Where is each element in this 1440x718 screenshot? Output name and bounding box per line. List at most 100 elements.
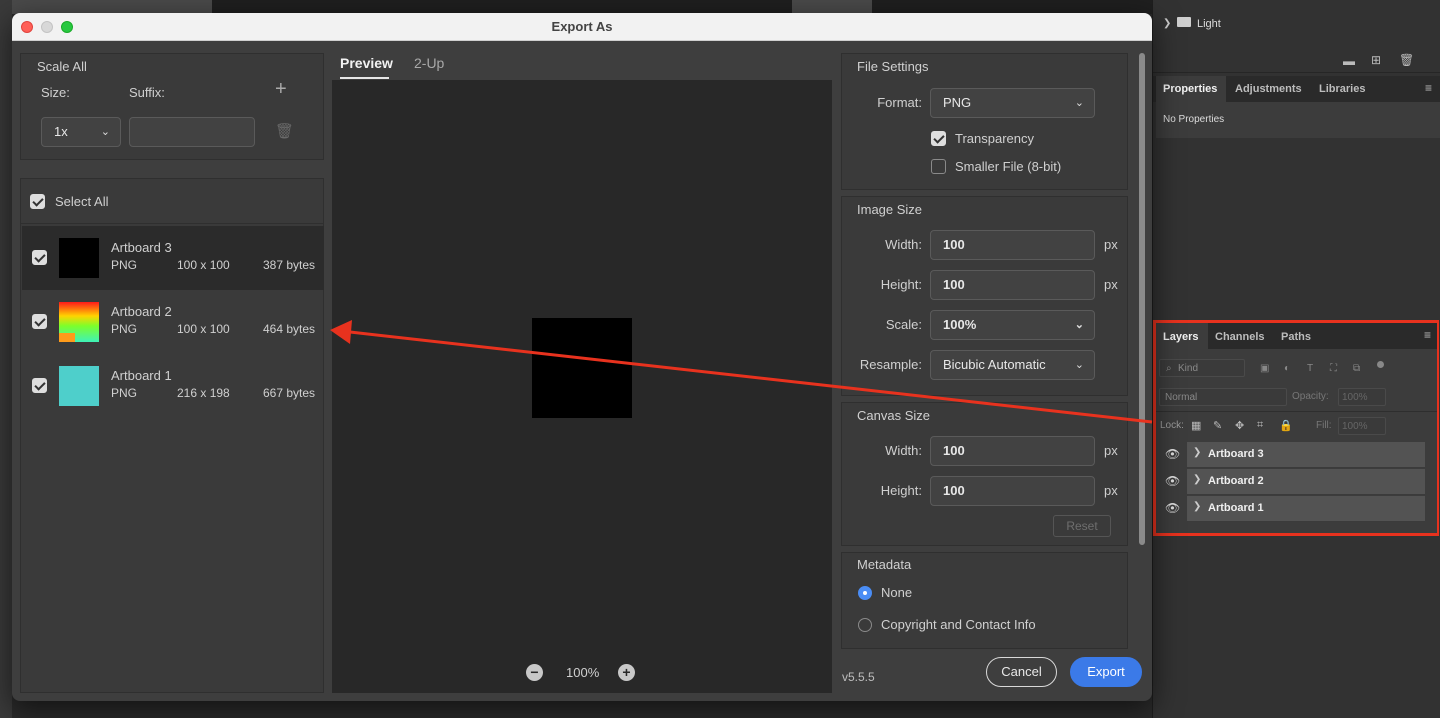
panel-toolbar: ▬ ⊞ 🗑 (1153, 48, 1440, 73)
filter-image-icon[interactable]: ▣ (1260, 363, 1269, 374)
export-button[interactable]: Export (1070, 657, 1142, 687)
artboard-thumbnail (59, 302, 99, 342)
resample-select-value: Bicubic Automatic (943, 357, 1046, 372)
plus-icon[interactable]: + (275, 78, 287, 101)
format-select-value: PNG (943, 95, 972, 110)
tab-channels[interactable]: Channels (1215, 331, 1265, 343)
fill-field[interactable]: 100% (1338, 417, 1386, 435)
divider (1156, 411, 1437, 412)
tab-libraries[interactable]: Libraries (1319, 83, 1365, 95)
chevron-down-icon: ⌄ (1074, 319, 1084, 331)
trash-icon[interactable]: 🗑 (275, 122, 294, 140)
photoshop-panels: ❯ Light ▬ ⊞ 🗑 Properties Adjustments Lib… (1152, 0, 1440, 718)
suffix-input[interactable] (129, 117, 255, 147)
metadata-copyright-label: Copyright and Contact Info (881, 617, 1036, 632)
layer-row[interactable]: ❯ Artboard 3 (1187, 442, 1425, 468)
lock-pixels-icon[interactable]: ▦ (1191, 419, 1201, 432)
transparency-label: Transparency (955, 131, 1034, 146)
tab-paths[interactable]: Paths (1281, 331, 1311, 343)
zoom-in-icon[interactable]: + (618, 664, 635, 681)
layers-menu-icon[interactable]: ≡ (1424, 328, 1431, 342)
canvas-strip (12, 0, 212, 14)
properties-body: No Properties (1156, 102, 1440, 138)
chevron-down-icon: ⌄ (1074, 359, 1084, 371)
filter-smart-icon[interactable]: ⧉ (1353, 363, 1360, 374)
artboard-checkbox[interactable] (32, 314, 47, 329)
scale-label: Scale: (885, 317, 922, 332)
canvas-height-value: 100 (943, 483, 965, 498)
transparency-checkbox[interactable] (931, 131, 946, 146)
metadata-panel: Metadata None Copyright and Contact Info (841, 552, 1128, 649)
canvas-width-input[interactable]: 100 (930, 436, 1095, 466)
eye-icon[interactable]: 👁 (1165, 474, 1180, 488)
kind-filter[interactable]: ⌕ Kind (1159, 359, 1245, 377)
new-group-icon[interactable]: ▬ (1343, 54, 1355, 68)
artboard-thumbnail (59, 238, 99, 278)
filter-type-icon[interactable]: T (1307, 363, 1313, 374)
dialog-title: Export As (551, 19, 613, 34)
tab-preview[interactable]: Preview (340, 55, 393, 71)
kind-label: Kind (1178, 363, 1199, 374)
canvas-height-input[interactable]: 100 (930, 476, 1095, 506)
height-label: Height: (880, 277, 922, 292)
filter-shape-icon[interactable]: ⛶ (1330, 363, 1337, 374)
tab-2-up[interactable]: 2-Up (414, 55, 444, 71)
scale-select[interactable]: 100% ⌄ (930, 310, 1095, 340)
chevron-right-icon[interactable]: ❯ (1193, 501, 1201, 512)
eye-icon[interactable]: 👁 (1165, 501, 1180, 515)
tab-properties[interactable]: Properties (1163, 83, 1217, 95)
format-select[interactable]: PNG ⌄ (930, 88, 1095, 118)
select-all-checkbox[interactable] (30, 194, 45, 209)
chevron-right-icon[interactable]: ❯ (1193, 474, 1201, 485)
fill-value: 100% (1342, 421, 1368, 432)
opacity-field[interactable]: 100% (1338, 388, 1386, 406)
brush-icon[interactable]: ✎ (1213, 419, 1222, 432)
artboard-row[interactable]: Artboard 1 PNG 216 x 198 667 bytes (22, 354, 324, 418)
unit-label: px (1104, 277, 1118, 292)
new-layer-icon[interactable]: ⊞ (1371, 53, 1381, 67)
unit-label: px (1104, 443, 1118, 458)
artboard-row[interactable]: Artboard 3 PNG 100 x 100 387 bytes (22, 226, 324, 290)
trash-icon[interactable]: 🗑 (1399, 53, 1414, 67)
image-width-value: 100 (943, 237, 965, 252)
width-label: Width: (885, 237, 922, 252)
metadata-none-radio[interactable] (858, 586, 872, 600)
eye-icon[interactable]: 👁 (1165, 447, 1180, 461)
tab-layers[interactable]: Layers (1163, 331, 1198, 343)
no-properties-text: No Properties (1163, 114, 1225, 125)
filter-adjust-icon[interactable]: ◐ (1284, 363, 1290, 374)
move-icon[interactable]: ✥ (1235, 419, 1244, 432)
size-select[interactable]: 1x ⌄ (41, 117, 121, 147)
resample-select[interactable]: Bicubic Automatic ⌄ (930, 350, 1095, 380)
size-label: Size: (41, 85, 70, 100)
layer-row[interactable]: ❯ Artboard 1 (1187, 496, 1425, 522)
layer-row[interactable]: ❯ Artboard 2 (1187, 469, 1425, 495)
reset-button[interactable]: Reset (1053, 515, 1111, 537)
filter-toggle-icon[interactable] (1377, 361, 1384, 368)
metadata-copyright-radio[interactable] (858, 618, 872, 632)
tab-underline (340, 77, 389, 79)
blend-mode-select[interactable]: Normal (1159, 388, 1287, 406)
artboard-dims: 100 x 100 (177, 322, 230, 336)
file-settings-panel: File Settings Format: PNG ⌄ Transparency… (841, 53, 1128, 190)
scrollbar-thumb[interactable] (1139, 53, 1145, 545)
image-height-input[interactable]: 100 (930, 270, 1095, 300)
artboard-checkbox[interactable] (32, 378, 47, 393)
artboard-row[interactable]: Artboard 2 PNG 100 x 100 464 bytes (22, 290, 324, 354)
metadata-none-label: None (881, 585, 913, 600)
zoom-out-icon[interactable]: − (526, 664, 543, 681)
metadata-heading: Metadata (857, 557, 912, 572)
artboard-checkbox[interactable] (32, 250, 47, 265)
image-width-input[interactable]: 100 (930, 230, 1095, 260)
lock-icon[interactable]: 🔒 (1279, 419, 1293, 432)
cancel-button[interactable]: Cancel (986, 657, 1057, 687)
artboard-name: Artboard 1 (111, 368, 172, 383)
panel-menu-icon[interactable]: ≡ (1425, 81, 1432, 95)
preview-canvas: − 100% + (332, 80, 832, 693)
smaller-file-checkbox[interactable] (931, 159, 946, 174)
tab-adjustments[interactable]: Adjustments (1235, 83, 1302, 95)
artboard-lock-icon[interactable]: ⌗ (1257, 419, 1263, 432)
chevron-right-icon[interactable]: ❯ (1193, 447, 1201, 458)
folder-name[interactable]: Light (1197, 18, 1221, 30)
chevron-right-icon[interactable]: ❯ (1163, 18, 1171, 29)
